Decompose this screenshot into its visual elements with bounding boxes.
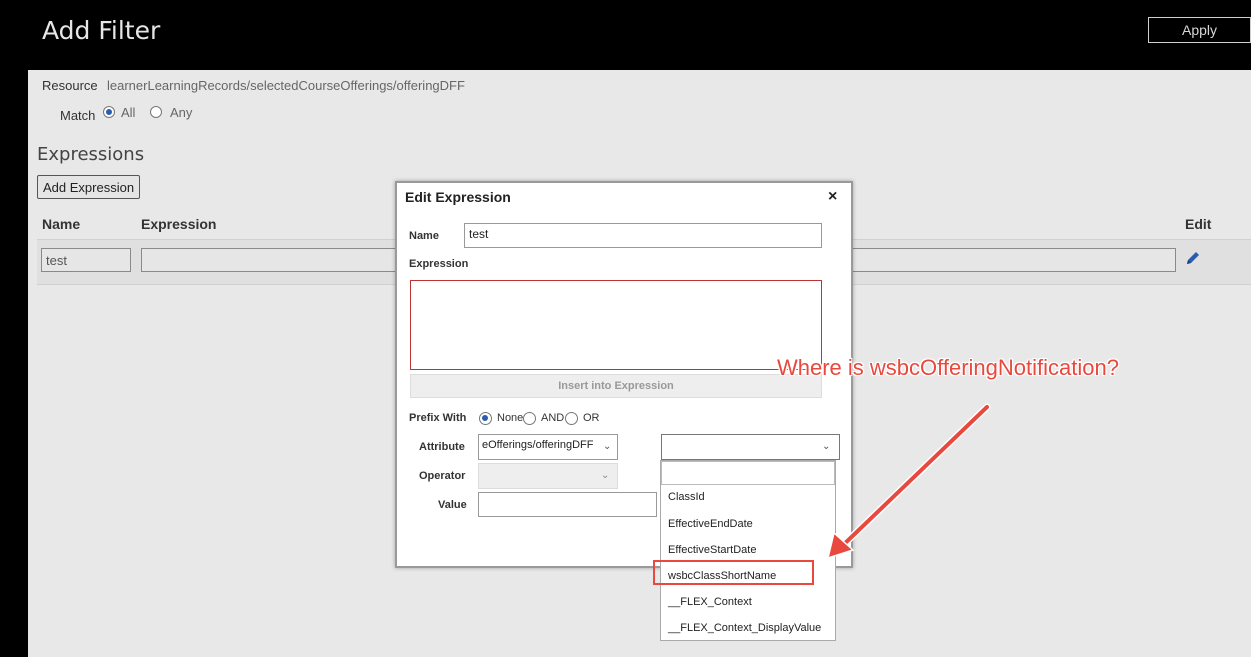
- insert-into-expression-button[interactable]: Insert into Expression: [410, 374, 822, 398]
- expression-label: Expression: [409, 258, 469, 270]
- prefix-or-label: OR: [583, 412, 600, 424]
- prefix-and-radio[interactable]: [523, 412, 536, 425]
- operator-select[interactable]: ⌄: [478, 463, 618, 489]
- operator-label: Operator: [419, 470, 466, 482]
- pencil-icon[interactable]: [1185, 250, 1201, 271]
- match-all-radio[interactable]: [103, 106, 115, 118]
- expression-textarea[interactable]: [410, 280, 822, 370]
- dialog-title: Edit Expression: [405, 189, 511, 205]
- annotation-callout: Where is wsbcOfferingNotification?: [777, 355, 1119, 380]
- attribute-select[interactable]: eOfferings/offeringDFF ⌄: [478, 434, 618, 460]
- name-label: Name: [409, 230, 439, 242]
- row-name-field[interactable]: test: [41, 248, 131, 272]
- match-label: Match: [60, 108, 96, 123]
- prefix-with-label: Prefix With: [409, 412, 467, 424]
- column-header-name: Name: [42, 216, 81, 232]
- header-bar: Add Filter Apply: [0, 0, 1251, 70]
- dropdown-option[interactable]: ClassId: [668, 491, 705, 503]
- dropdown-option[interactable]: EffectiveStartDate: [668, 544, 756, 556]
- expressions-heading: Expressions: [37, 144, 145, 165]
- close-icon[interactable]: ×: [828, 188, 837, 206]
- prefix-and-label: AND: [541, 412, 565, 424]
- chevron-down-icon: ⌄: [822, 441, 831, 452]
- column-header-expression: Expression: [141, 216, 217, 232]
- page-title: Add Filter: [42, 16, 161, 45]
- match-any-radio[interactable]: [150, 106, 162, 118]
- dropdown-option[interactable]: __FLEX_Context: [668, 596, 752, 608]
- dropdown-option[interactable]: EffectiveEndDate: [668, 518, 753, 530]
- attribute-dropdown-list: ClassId EffectiveEndDate EffectiveStartD…: [660, 460, 836, 641]
- prefix-or-radio[interactable]: [565, 412, 578, 425]
- resource-value: learnerLearningRecords/selectedCourseOff…: [107, 78, 465, 93]
- chevron-down-icon: ⌄: [603, 441, 612, 452]
- match-any-label: Any: [170, 105, 193, 120]
- prefix-none-label: None: [497, 412, 524, 424]
- attribute-select-value: eOfferings/offeringDFF: [482, 439, 594, 451]
- column-header-edit: Edit: [1185, 216, 1212, 232]
- value-field[interactable]: [478, 492, 657, 517]
- resource-label: Resource: [42, 78, 98, 93]
- attribute-label: Attribute: [419, 441, 465, 453]
- prefix-none-radio[interactable]: [479, 412, 492, 425]
- add-expression-button[interactable]: Add Expression: [37, 175, 141, 199]
- annotation-highlight-box: [653, 560, 814, 585]
- apply-button[interactable]: Apply: [1148, 17, 1251, 43]
- value-label: Value: [438, 499, 467, 511]
- attribute-field-select[interactable]: ⌄: [661, 434, 840, 460]
- match-all-label: All: [121, 105, 136, 120]
- dropdown-option[interactable]: __FLEX_Context_DisplayValue: [668, 622, 821, 634]
- dropdown-option-empty[interactable]: [661, 461, 835, 485]
- name-field[interactable]: test: [464, 223, 822, 248]
- chevron-down-icon: ⌄: [601, 470, 610, 481]
